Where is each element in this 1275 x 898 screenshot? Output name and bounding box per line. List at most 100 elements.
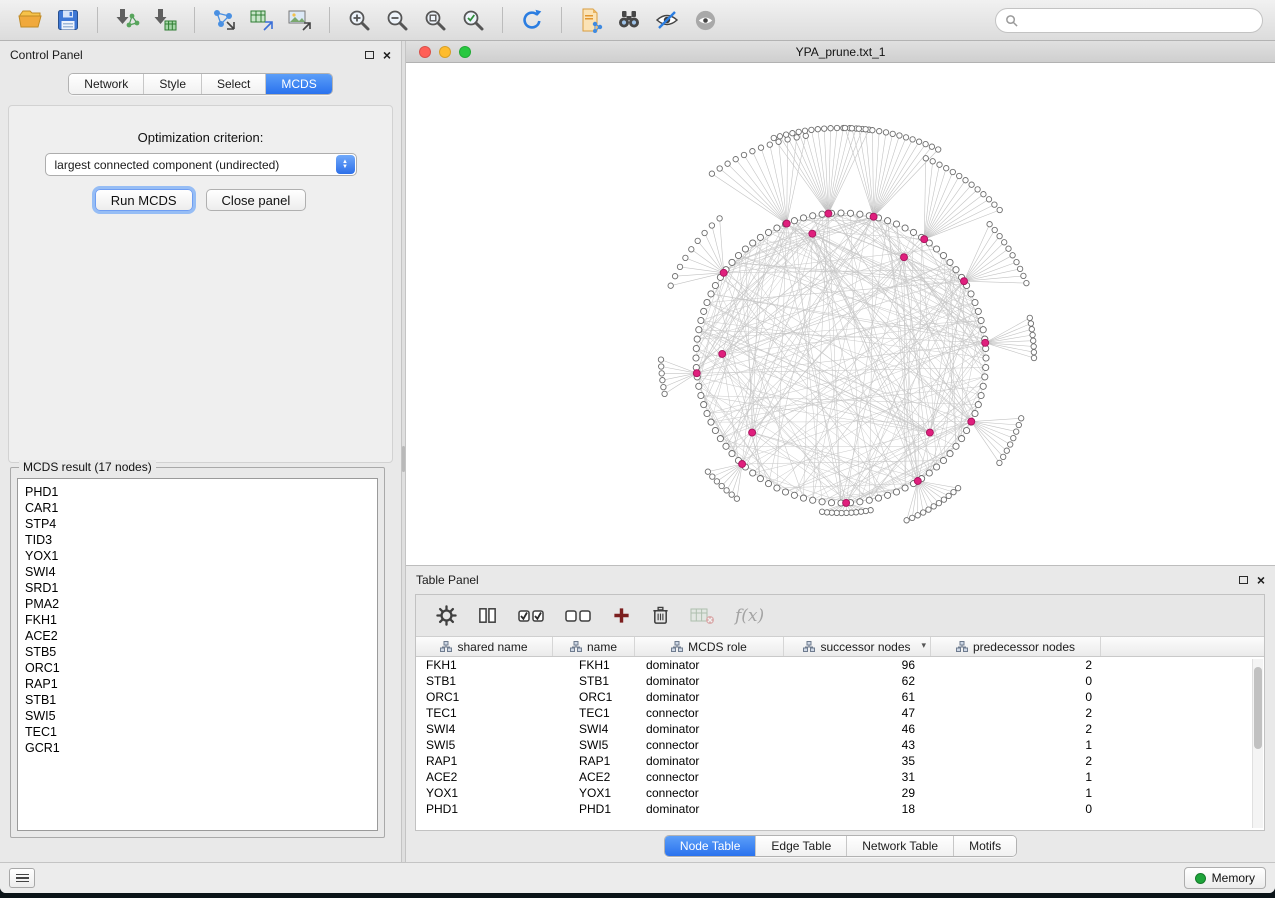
column-header-name[interactable]: name	[553, 637, 635, 656]
mcds-result-item[interactable]: STP4	[25, 516, 377, 532]
select-all-columns-button[interactable]	[518, 606, 545, 626]
toolbar-divider	[194, 7, 195, 33]
float-table-panel-icon[interactable]	[1239, 576, 1248, 584]
copy-style-button[interactable]	[573, 4, 609, 36]
show-all-button[interactable]	[687, 4, 723, 36]
cell-name: FKH1	[553, 657, 635, 673]
table-settings-button[interactable]	[436, 605, 457, 626]
table-row[interactable]: ACE2ACE2connector311	[416, 769, 1264, 785]
zoom-selected-icon	[460, 7, 486, 33]
network-canvas[interactable]	[406, 63, 1275, 564]
table-row[interactable]: FKH1FKH1dominator962	[416, 657, 1264, 673]
tab-network[interactable]: Network	[69, 74, 144, 94]
tab-node-table[interactable]: Node Table	[665, 836, 757, 856]
table-row[interactable]: ORC1ORC1dominator610	[416, 689, 1264, 705]
close-table-panel-icon[interactable]: ×	[1257, 575, 1265, 585]
close-panel-button[interactable]: Close panel	[206, 189, 307, 211]
column-header-successor-nodes[interactable]: successor nodes ▾	[784, 637, 931, 656]
sort-descending-icon[interactable]: ▾	[921, 640, 926, 651]
network-window-titlebar[interactable]: YPA_prune.txt_1	[406, 41, 1275, 63]
import-network-button[interactable]	[109, 4, 145, 36]
table-row[interactable]: STB1STB1dominator620	[416, 673, 1264, 689]
tab-select[interactable]: Select	[202, 74, 266, 94]
tab-style[interactable]: Style	[144, 74, 202, 94]
close-window-icon[interactable]	[419, 46, 431, 58]
unchecked-boxes-icon	[565, 606, 592, 626]
mcds-result-item[interactable]: FKH1	[25, 612, 377, 628]
table-row[interactable]: SWI5SWI5connector431	[416, 737, 1264, 753]
column-header-predecessor-nodes[interactable]: predecessor nodes	[931, 637, 1101, 656]
mcds-result-item[interactable]: STB5	[25, 644, 377, 660]
optimization-criterion-select[interactable]: largest connected component (undirected)…	[45, 153, 357, 176]
tab-motifs[interactable]: Motifs	[954, 836, 1016, 856]
refresh-icon	[519, 7, 545, 33]
function-builder-button[interactable]: f(x)	[735, 606, 764, 626]
column-header-mcds-role[interactable]: MCDS role	[635, 637, 784, 656]
mcds-result-item[interactable]: SWI5	[25, 708, 377, 724]
network-window-title: YPA_prune.txt_1	[796, 45, 886, 59]
float-panel-icon[interactable]	[365, 51, 374, 59]
table-scrollbar-thumb[interactable]	[1254, 667, 1262, 749]
mcds-result-item[interactable]: RAP1	[25, 676, 377, 692]
export-image-icon	[287, 7, 313, 33]
apply-layout-button[interactable]	[514, 4, 550, 36]
column-label: successor nodes	[820, 640, 910, 654]
import-table-button[interactable]	[147, 4, 183, 36]
table-row[interactable]: PHD1PHD1dominator180	[416, 801, 1264, 817]
mcds-result-item[interactable]: SWI4	[25, 564, 377, 580]
tab-mcds[interactable]: MCDS	[266, 74, 331, 94]
tab-edge-table[interactable]: Edge Table	[756, 836, 847, 856]
table-scrollbar[interactable]	[1252, 659, 1263, 828]
cell-name: YOX1	[553, 785, 635, 801]
mcds-result-item[interactable]: ACE2	[25, 628, 377, 644]
mcds-result-item[interactable]: TID3	[25, 532, 377, 548]
select-stepper-icon: ▲▼	[336, 155, 355, 174]
mcds-result-item[interactable]: GCR1	[25, 740, 377, 756]
splitter-grip[interactable]	[402, 446, 405, 472]
zoom-selected-button[interactable]	[455, 4, 491, 36]
mcds-result-item[interactable]: PMA2	[25, 596, 377, 612]
zoom-fit-button[interactable]	[417, 4, 453, 36]
column-label: predecessor nodes	[973, 640, 1075, 654]
close-panel-icon[interactable]: ×	[383, 50, 391, 60]
save-session-button[interactable]	[50, 4, 86, 36]
cell-mcds-role: dominator	[635, 721, 784, 737]
delete-column-button[interactable]	[651, 605, 670, 626]
minimize-window-icon[interactable]	[439, 46, 451, 58]
cell-shared-name: RAP1	[416, 753, 553, 769]
mcds-result-item[interactable]: PHD1	[25, 484, 377, 500]
create-column-button[interactable]	[612, 606, 631, 625]
mcds-result-item[interactable]: CAR1	[25, 500, 377, 516]
first-neighbors-button[interactable]	[611, 4, 647, 36]
mcds-result-item[interactable]: YOX1	[25, 548, 377, 564]
maximize-window-icon[interactable]	[459, 46, 471, 58]
search-input[interactable]	[1024, 13, 1253, 27]
zoom-fit-icon	[422, 7, 448, 33]
table-row[interactable]: YOX1YOX1connector291	[416, 785, 1264, 801]
run-mcds-button[interactable]: Run MCDS	[95, 189, 193, 211]
table-row[interactable]: TEC1TEC1connector472	[416, 705, 1264, 721]
tab-network-table[interactable]: Network Table	[847, 836, 954, 856]
export-image-button[interactable]	[282, 4, 318, 36]
zoom-out-button[interactable]	[379, 4, 415, 36]
mcds-result-item[interactable]: TEC1	[25, 724, 377, 740]
column-header-shared-name[interactable]: shared name	[416, 637, 553, 656]
show-column-panel-button[interactable]	[477, 605, 498, 626]
hide-selected-button[interactable]	[649, 4, 685, 36]
export-table-button[interactable]	[244, 4, 280, 36]
status-menu-button[interactable]	[9, 868, 35, 888]
table-row[interactable]: RAP1RAP1dominator352	[416, 753, 1264, 769]
search-box[interactable]	[995, 8, 1263, 33]
mcds-result-list[interactable]: PHD1CAR1STP4TID3YOX1SWI4SRD1PMA2FKH1ACE2…	[17, 478, 378, 831]
zoom-in-button[interactable]	[341, 4, 377, 36]
memory-button[interactable]: Memory	[1184, 867, 1266, 889]
export-network-button[interactable]	[206, 4, 242, 36]
delete-table-button[interactable]	[690, 606, 715, 626]
node-table-container: f(x) shared name name MCDS role	[415, 594, 1265, 831]
mcds-result-item[interactable]: STB1	[25, 692, 377, 708]
open-file-button[interactable]	[12, 4, 48, 36]
table-row[interactable]: SWI4SWI4dominator462	[416, 721, 1264, 737]
mcds-result-item[interactable]: ORC1	[25, 660, 377, 676]
mcds-result-item[interactable]: SRD1	[25, 580, 377, 596]
deselect-all-columns-button[interactable]	[565, 606, 592, 626]
